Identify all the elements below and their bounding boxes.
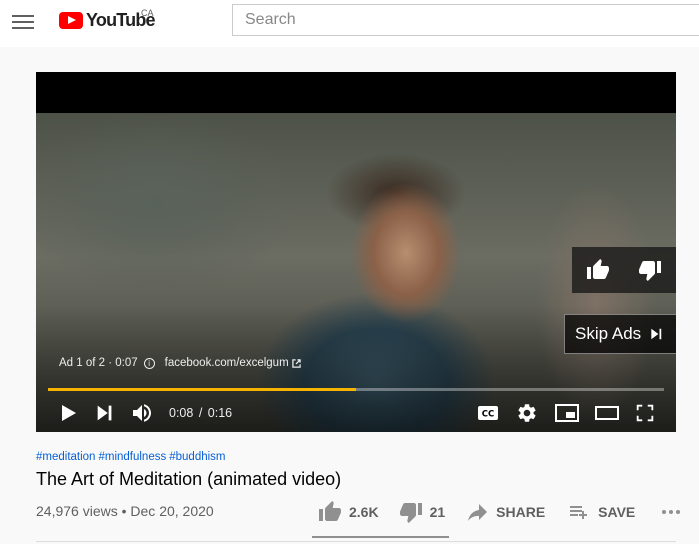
- region-label: CA: [141, 8, 154, 18]
- share-icon: [468, 504, 488, 521]
- info-icon[interactable]: i: [143, 357, 155, 369]
- svg-text:CC: CC: [482, 410, 494, 420]
- ad-feedback-box: [572, 247, 676, 293]
- time-display: 0:08 / 0:16: [168, 406, 233, 420]
- thumbs-up-icon[interactable]: [586, 258, 610, 282]
- external-link-icon: [291, 358, 301, 368]
- save-button[interactable]: SAVE: [567, 500, 635, 524]
- more-actions-button[interactable]: [659, 500, 690, 524]
- search-input[interactable]: [232, 4, 699, 36]
- sentiment-bar: [312, 536, 449, 538]
- ad-link[interactable]: facebook.com/excelgum: [165, 357, 289, 369]
- dislike-count: 21: [429, 504, 446, 520]
- top-bar: YouTube CA: [0, 0, 699, 47]
- save-label: SAVE: [598, 504, 636, 520]
- hashtags: #meditation #mindfulness #buddhism: [36, 451, 229, 463]
- time-current: 0:08: [169, 406, 194, 420]
- captions-icon[interactable]: CC: [476, 401, 500, 425]
- video-player[interactable]: Skip Ads Ad 1 of 2 · 0:07 i facebook.com…: [36, 72, 676, 432]
- youtube-play-icon: [59, 11, 83, 29]
- dislike-button[interactable]: 21: [399, 500, 446, 524]
- volume-icon[interactable]: [130, 401, 154, 425]
- progress-bar[interactable]: [48, 388, 664, 391]
- hashtag-link[interactable]: #meditation: [36, 451, 95, 463]
- hashtag-link[interactable]: #mindfulness: [98, 451, 166, 463]
- settings-icon[interactable]: [516, 402, 538, 424]
- fullscreen-icon[interactable]: [634, 402, 656, 424]
- playlist-add-icon: [570, 506, 588, 519]
- time-total: 0:16: [207, 406, 233, 420]
- share-button[interactable]: SHARE: [465, 500, 545, 524]
- thumbs-up-icon: [319, 501, 341, 521]
- progress-fill: [48, 388, 356, 391]
- menu-icon[interactable]: [12, 12, 34, 30]
- time-separator: /: [198, 406, 203, 420]
- hashtag-link[interactable]: #buddhism: [169, 451, 225, 463]
- meta-separator: •: [121, 503, 127, 519]
- next-icon[interactable]: [94, 402, 116, 424]
- like-button[interactable]: 2.6K: [318, 500, 379, 524]
- player-controls: 0:08 / 0:16 CC: [36, 394, 676, 432]
- thumbs-down-icon[interactable]: [638, 258, 662, 282]
- skip-ads-label: Skip Ads: [575, 324, 642, 343]
- ad-info: Ad 1 of 2 · 0:07 i facebook.com/excelgum: [59, 357, 301, 369]
- thumbs-down-icon: [399, 503, 422, 523]
- like-count: 2.6K: [349, 504, 379, 520]
- view-count: 24,976 views: [36, 503, 118, 519]
- video-title: The Art of Meditation (animated video): [36, 469, 342, 489]
- more-horizontal-icon: [662, 510, 681, 514]
- video-meta: 24,976 views • Dec 20, 2020: [36, 503, 214, 519]
- skip-next-icon: [651, 328, 662, 340]
- divider: [36, 541, 676, 542]
- upload-date: Dec 20, 2020: [130, 503, 214, 519]
- play-icon[interactable]: [56, 401, 80, 425]
- video-actions: 2.6K 21 SHARE SAVE: [318, 500, 690, 524]
- share-label: SHARE: [496, 504, 546, 520]
- miniplayer-icon[interactable]: [554, 401, 580, 425]
- ad-label: Ad 1 of 2 · 0:07: [59, 357, 138, 369]
- skip-ads-button[interactable]: Skip Ads: [564, 314, 676, 354]
- theater-mode-icon[interactable]: [594, 401, 620, 425]
